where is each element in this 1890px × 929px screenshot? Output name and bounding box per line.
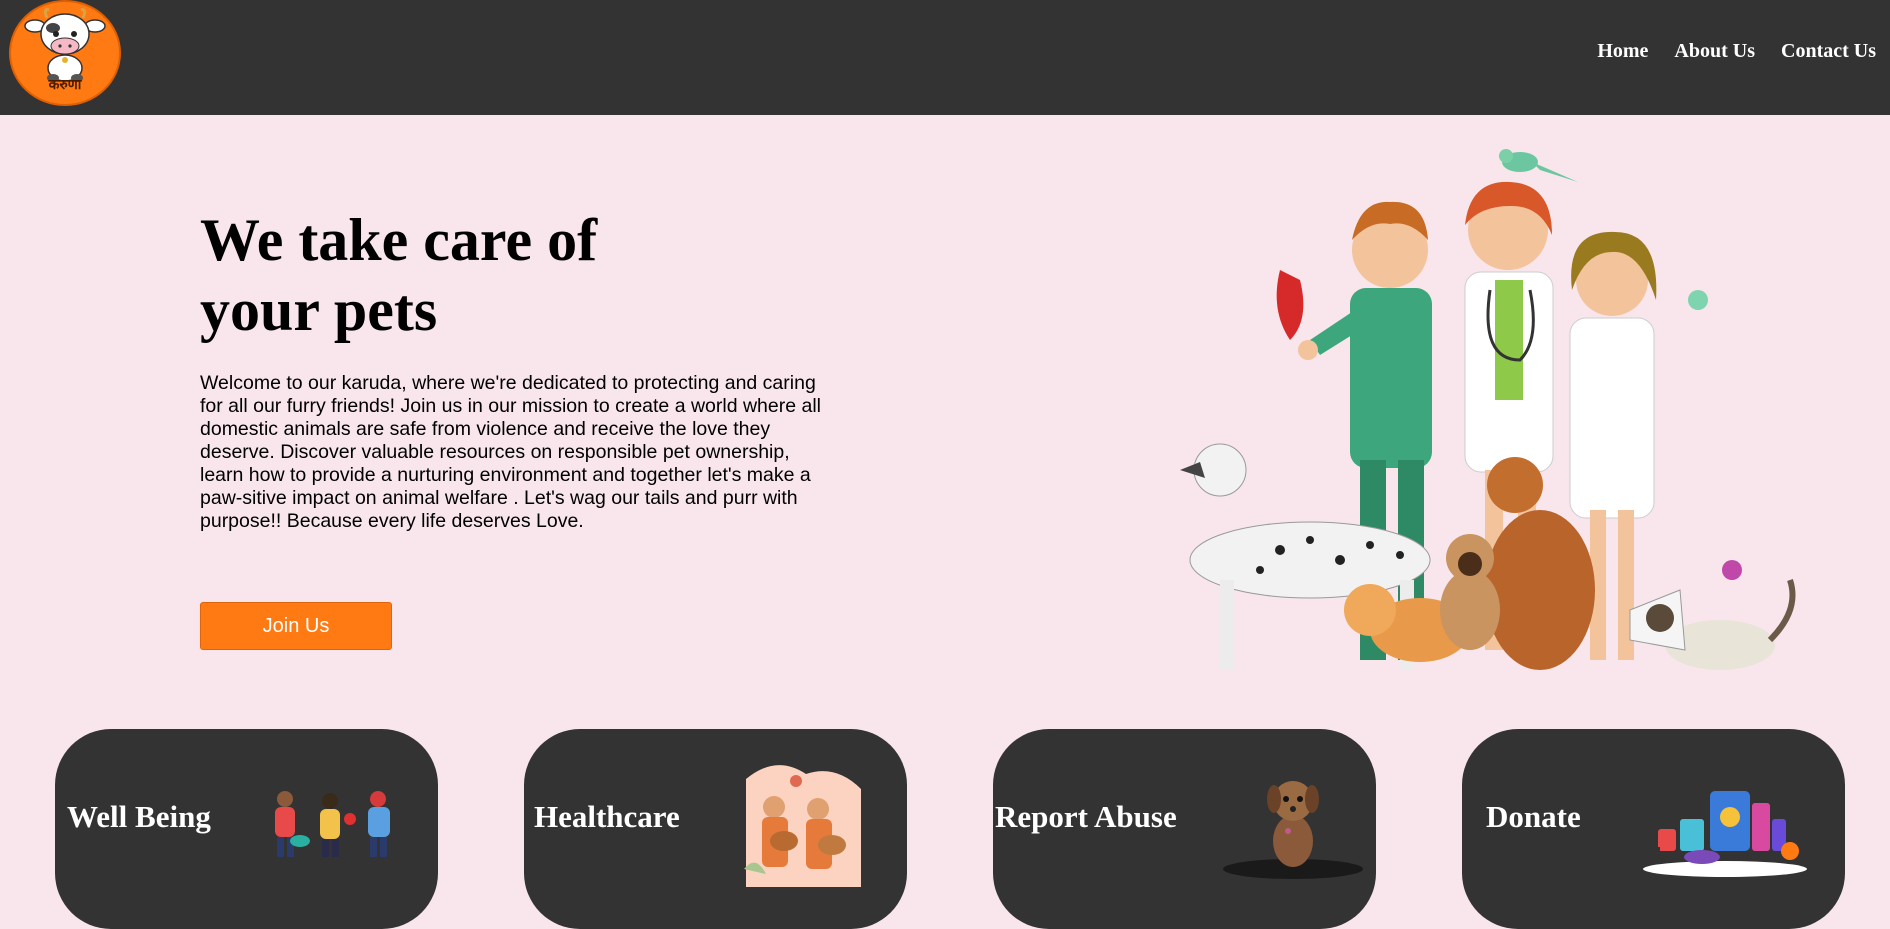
logo[interactable]: करुणा <box>9 0 121 106</box>
navbar: करुणा Home About Us Contact Us <box>0 0 1890 115</box>
card-title: Donate <box>1486 799 1581 834</box>
pug-icon <box>1440 534 1500 650</box>
nav-home-link[interactable]: Home <box>1597 40 1648 63</box>
logo-text: करुणा <box>48 77 82 93</box>
hero-title: We take care of your pets <box>200 207 598 343</box>
card-title: Report Abuse <box>995 799 1177 834</box>
pet-supplies-icon <box>1643 791 1807 877</box>
card-well-being[interactable]: Well Being <box>55 729 438 929</box>
parrot-icon <box>1499 149 1578 182</box>
card-title: Well Being <box>67 799 211 834</box>
main-nav: Home About Us Contact Us <box>1597 40 1876 63</box>
sad-puppy-icon <box>1223 781 1363 879</box>
hero-description: Welcome to our karuda, where we're dedic… <box>200 372 822 532</box>
card-title: Healthcare <box>534 799 680 834</box>
card-report-abuse[interactable]: Report Abuse <box>993 729 1376 929</box>
vets-with-pets-illustration <box>1180 149 1796 670</box>
vets-with-dogs-icon <box>744 765 861 887</box>
join-us-button[interactable]: Join Us <box>200 602 392 650</box>
cat-with-cone-icon <box>1629 560 1796 670</box>
nav-contact-link[interactable]: Contact Us <box>1781 40 1876 63</box>
people-with-pets-icon <box>275 791 390 857</box>
nav-about-link[interactable]: About Us <box>1674 40 1755 63</box>
card-healthcare[interactable]: Healthcare <box>524 729 907 929</box>
card-donate[interactable]: Donate <box>1462 729 1845 929</box>
